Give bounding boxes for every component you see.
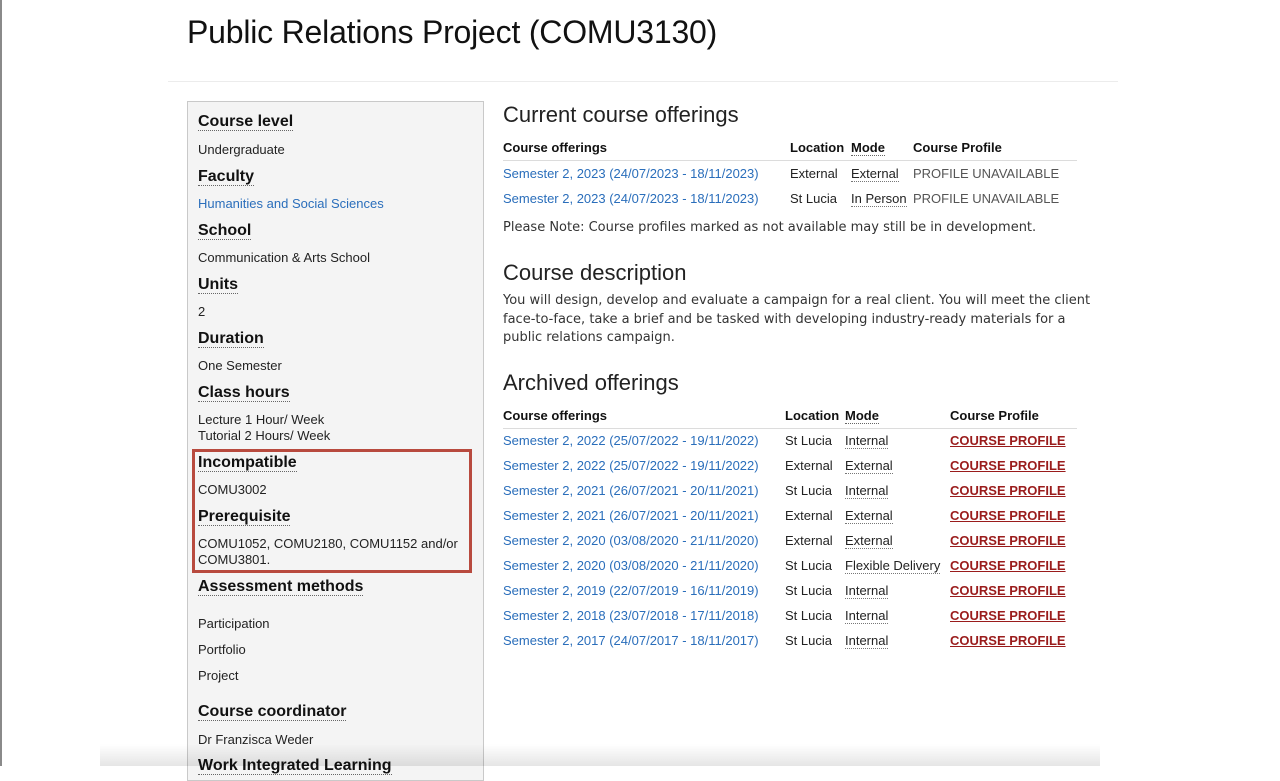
profile-unavailable: PROFILE UNAVAILABLE <box>913 166 1060 181</box>
offering-link[interactable]: Semester 2, 2021 (26/07/2021 - 20/11/202… <box>503 508 759 523</box>
location-cell: St Lucia <box>785 483 832 498</box>
archived-header-location: Location <box>785 408 840 423</box>
current-header-mode: Mode <box>851 140 885 156</box>
location-cell: External <box>790 166 838 181</box>
coordinator-value: Dr Franzisca Weder <box>198 732 314 747</box>
course-profile-link[interactable]: COURSE PROFILE <box>950 483 1066 498</box>
current-header-profile: Course Profile <box>913 140 1002 155</box>
offering-link[interactable]: Semester 2, 2021 (26/07/2021 - 20/11/202… <box>503 483 759 498</box>
archived-header-mode: Mode <box>845 408 879 424</box>
course-level-value: Undergraduate <box>198 142 285 157</box>
course-description-text: You will design, develop and evaluate a … <box>503 293 1091 345</box>
offering-link[interactable]: Semester 2, 2023 (24/07/2023 - 18/11/202… <box>503 166 759 181</box>
offering-link[interactable]: Semester 2, 2022 (25/07/2022 - 19/11/202… <box>503 433 759 448</box>
mode-label: External <box>845 508 893 524</box>
mode-label: Internal <box>845 608 889 624</box>
page-title: Public Relations Project (COMU3130) <box>187 14 718 50</box>
mode-cell: Internal <box>845 583 889 599</box>
mode-label: Flexible Delivery <box>845 558 941 574</box>
offering-link[interactable]: Semester 2, 2020 (03/08/2020 - 21/11/202… <box>503 533 759 548</box>
school-heading: School <box>198 222 252 240</box>
duration-heading: Duration <box>198 330 264 348</box>
course-profile-link[interactable]: COURSE PROFILE <box>950 508 1066 523</box>
mode-label: External <box>845 533 893 549</box>
profile-unavailable: PROFILE UNAVAILABLE <box>913 191 1060 206</box>
profile-note: Please Note: Course profiles marked as n… <box>503 220 1037 235</box>
mode-cell: Flexible Delivery <box>845 558 941 574</box>
location-cell: External <box>785 533 833 548</box>
archived-header-divider <box>503 428 1077 429</box>
assessment-item: Portfolio <box>198 642 246 657</box>
archived-header-profile: Course Profile <box>950 408 1039 423</box>
mode-label: Internal <box>845 483 889 499</box>
coordinator-heading: Course coordinator <box>198 703 347 721</box>
location-cell: St Lucia <box>785 633 832 648</box>
mode-label: External <box>845 458 893 474</box>
title-divider <box>168 81 1118 82</box>
class-hours-heading: Class hours <box>198 384 290 402</box>
offering-link[interactable]: Semester 2, 2020 (03/08/2020 - 21/11/202… <box>503 558 759 573</box>
mode-label: Internal <box>845 583 889 599</box>
mode-cell: In Person <box>851 191 907 207</box>
requirements-highlight-box <box>192 449 472 573</box>
faculty-link[interactable]: Humanities and Social Sciences <box>198 196 384 212</box>
course-profile-link[interactable]: COURSE PROFILE <box>950 458 1066 473</box>
course-profile-link[interactable]: COURSE PROFILE <box>950 558 1066 573</box>
class-hours-lecture: Lecture 1 Hour/ Week <box>198 412 325 427</box>
current-header-divider <box>503 160 1077 161</box>
course-profile-link[interactable]: COURSE PROFILE <box>950 433 1066 448</box>
class-hours-tutorial: Tutorial 2 Hours/ Week <box>198 428 331 443</box>
mode-label: Internal <box>845 433 889 449</box>
course-profile-link[interactable]: COURSE PROFILE <box>950 533 1066 548</box>
current-header-location: Location <box>790 140 845 155</box>
school-value: Communication & Arts School <box>198 250 370 265</box>
wil-heading: Work Integrated Learning <box>198 757 392 775</box>
offering-link[interactable]: Semester 2, 2018 (23/07/2018 - 17/11/201… <box>503 608 759 623</box>
mode-cell: External <box>851 166 899 182</box>
mode-cell: External <box>845 458 893 474</box>
offering-link[interactable]: Semester 2, 2022 (25/07/2022 - 19/11/202… <box>503 458 759 473</box>
mode-cell: Internal <box>845 433 889 449</box>
course-level-heading: Course level <box>198 113 294 131</box>
assessment-item: Project <box>198 668 239 683</box>
location-cell: St Lucia <box>785 608 832 623</box>
archived-header-offerings: Course offerings <box>503 408 608 423</box>
assessment-heading: Assessment methods <box>198 578 364 596</box>
mode-cell: External <box>845 508 893 524</box>
window-left-edge <box>0 0 2 766</box>
location-cell: External <box>785 458 833 473</box>
mode-label: Internal <box>845 633 889 649</box>
duration-value: One Semester <box>198 358 282 373</box>
course-profile-link[interactable]: COURSE PROFILE <box>950 583 1066 598</box>
current-header-offerings: Course offerings <box>503 140 608 155</box>
archived-offerings-title: Archived offerings <box>503 370 679 395</box>
assessment-item: Participation <box>198 616 270 631</box>
course-profile-link[interactable]: COURSE PROFILE <box>950 608 1066 623</box>
current-offerings-title: Current course offerings <box>503 102 739 127</box>
offering-link[interactable]: Semester 2, 2019 (22/07/2019 - 16/11/201… <box>503 583 759 598</box>
mode-cell: External <box>845 533 893 549</box>
location-cell: St Lucia <box>785 583 832 598</box>
units-heading: Units <box>198 276 238 294</box>
mode-cell: Internal <box>845 633 889 649</box>
location-cell: St Lucia <box>790 191 837 206</box>
course-summary-sidebar: Course level Undergraduate Faculty Human… <box>187 101 484 781</box>
faculty-heading: Faculty <box>198 168 255 186</box>
location-cell: St Lucia <box>785 558 832 573</box>
course-profile-link[interactable]: COURSE PROFILE <box>950 633 1066 648</box>
mode-cell: Internal <box>845 483 889 499</box>
course-description-title: Course description <box>503 260 687 285</box>
units-value: 2 <box>198 304 206 319</box>
location-cell: External <box>785 508 833 523</box>
offering-link[interactable]: Semester 2, 2023 (24/07/2023 - 18/11/202… <box>503 191 759 206</box>
offering-link[interactable]: Semester 2, 2017 (24/07/2017 - 18/11/201… <box>503 633 759 648</box>
mode-cell: Internal <box>845 608 889 624</box>
location-cell: St Lucia <box>785 433 832 448</box>
